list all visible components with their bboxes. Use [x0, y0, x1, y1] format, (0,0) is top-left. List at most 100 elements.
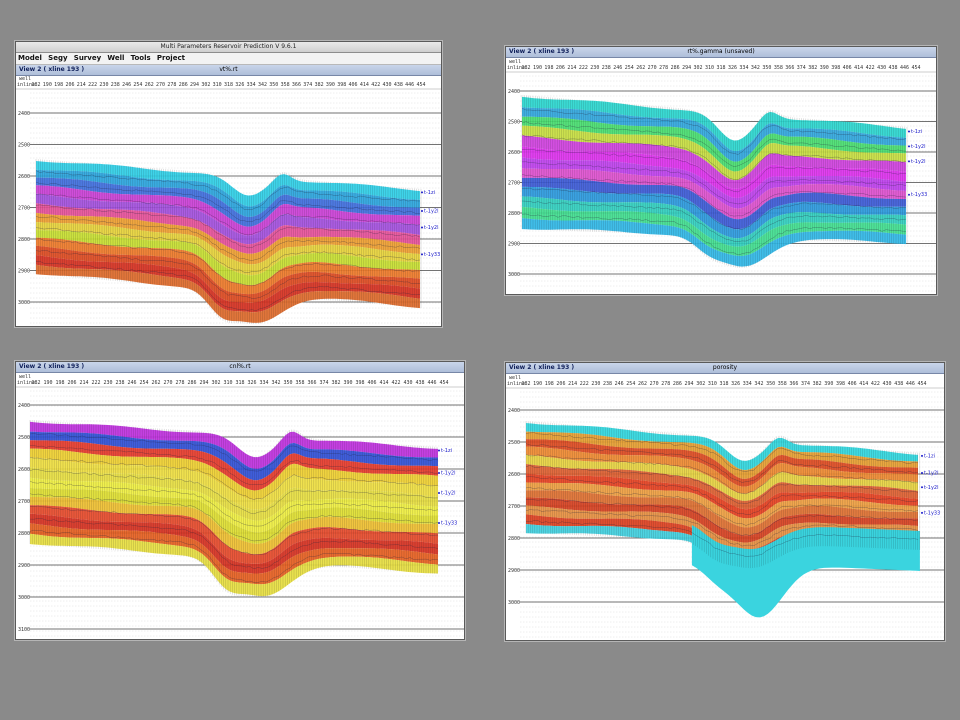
- time-tick-label: 2400: [508, 89, 520, 95]
- inline-tick-label: 278: [167, 82, 176, 88]
- horizon-label: t-1y2l: [911, 159, 925, 165]
- app-title-bar: Multi Parameters Reservoir Prediction V …: [16, 42, 441, 53]
- horizon-label: t-1y33: [424, 252, 440, 258]
- time-tick-label: 2400: [18, 111, 30, 117]
- horizon-marker: [908, 130, 910, 133]
- inline-tick-label: 206: [67, 380, 76, 386]
- horizon-marker: [921, 472, 923, 474]
- inline-tick-label: 254: [133, 82, 142, 88]
- seismic-section[interactable]: wellinline182 190 198 206 214 222 230 238 246 254…: [506, 58, 936, 294]
- inline-tick-label: 350: [766, 381, 775, 387]
- inline-tick-label: 358: [281, 82, 290, 88]
- inline-tick-label: 390: [824, 381, 833, 387]
- inline-tick-label: 334: [739, 65, 748, 71]
- seismic-section-plot[interactable]: well inline 182 190 198 206 214 222 230 238 246 254…: [16, 373, 464, 639]
- inline-tick-label: 382: [331, 380, 340, 386]
- menu-well[interactable]: Well: [107, 54, 124, 62]
- inline-tick-label: 262: [145, 82, 154, 88]
- inline-tick-label: 278: [659, 65, 668, 71]
- inline-tick-label: 182: [31, 82, 40, 88]
- horizon-label: t-1y33: [441, 521, 457, 527]
- inline-tick-label: 294: [199, 380, 208, 386]
- view-title-bar[interactable]: View 2 ( xline 193 ) porosity: [506, 363, 944, 374]
- seismic-section-plot[interactable]: well inline 182 190 198 206 214 222 230 238 246 254…: [506, 58, 936, 294]
- inline-tick-label: 206: [65, 82, 74, 88]
- time-tick-label: 3000: [18, 595, 30, 601]
- inline-tick-label: 326: [235, 82, 244, 88]
- inline-tick-label: 278: [175, 380, 184, 386]
- time-tick-label: 2900: [18, 563, 30, 569]
- seismic-section[interactable]: wellinline182 190 198 206 214 222 230 238 246 254…: [16, 373, 464, 639]
- inline-tick-label: 302: [211, 380, 220, 386]
- time-tick-label: 2700: [18, 499, 30, 505]
- view-title-bar[interactable]: View 2 ( xline 193 ) cnl%.rt: [16, 362, 464, 373]
- inline-tick-label: 310: [223, 380, 232, 386]
- attribute-title: cnl%.rt: [229, 363, 251, 370]
- inline-tick-label: 182: [521, 65, 530, 71]
- horizon-label: t-1zi: [424, 190, 435, 196]
- inline-tick-label: 206: [556, 381, 565, 387]
- inline-tick-label: 342: [258, 82, 267, 88]
- horizon-label: t-1y2l: [424, 225, 438, 231]
- inline-tick-label: 302: [201, 82, 210, 88]
- inline-tick-label: 254: [626, 381, 635, 387]
- horizon-marker: [921, 511, 923, 514]
- inline-tick-label: 254: [625, 65, 634, 71]
- inline-tick-label: 310: [708, 381, 717, 387]
- seismic-amplitude-layers: [36, 161, 420, 323]
- seismic-section-plot[interactable]: well inline 182 190 198 206 214 222 230 238 246 254…: [506, 374, 944, 640]
- inline-tick-label: 238: [602, 65, 611, 71]
- menu-survey[interactable]: Survey: [74, 54, 101, 62]
- inline-tick-label: 262: [151, 380, 160, 386]
- seismic-section[interactable]: wellinline182 190 198 206 214 222 230 238 246 254…: [16, 75, 441, 326]
- inline-tick-label: 366: [292, 82, 301, 88]
- menu-model[interactable]: Model: [18, 54, 42, 62]
- inline-tick-label: 206: [556, 65, 565, 71]
- inline-tick-label: 414: [360, 82, 369, 88]
- inline-tick-label: 446: [405, 82, 414, 88]
- inline-tick-label: 438: [894, 381, 903, 387]
- inline-tick-label: 374: [319, 380, 328, 386]
- inline-tick-label: 214: [79, 380, 88, 386]
- inline-tick-label: 414: [859, 381, 868, 387]
- inline-tick-label: 342: [754, 381, 763, 387]
- time-tick-label: 2600: [18, 467, 30, 473]
- inline-tick-label: 374: [303, 82, 312, 88]
- time-tick-label: 3000: [508, 600, 520, 606]
- menu-project[interactable]: Project: [157, 54, 185, 62]
- inline-tick-label: 390: [326, 82, 335, 88]
- time-tick-label: 3100: [18, 627, 30, 633]
- seismic-section[interactable]: wellinline182 190 198 206 214 222 230 238 246 254…: [506, 374, 944, 640]
- seismic-section-plot[interactable]: well inline 182 190 198 206 214 222 230 238 246 254…: [16, 75, 441, 326]
- inline-tick-label: 214: [567, 65, 576, 71]
- horizon-marker: [438, 492, 440, 494]
- inline-tick-label: 358: [774, 65, 783, 71]
- inline-tick-label: 230: [103, 380, 112, 386]
- time-tick-label: 2400: [18, 403, 30, 409]
- time-tick-label: 2400: [508, 408, 520, 414]
- inline-tick-label: 246: [127, 380, 136, 386]
- inline-tick-label: 414: [854, 65, 863, 71]
- inline-tick-label: 190: [43, 82, 52, 88]
- inline-tick-label: 406: [367, 380, 376, 386]
- time-tick-label: 2900: [508, 568, 520, 574]
- inline-tick-label: 270: [650, 381, 659, 387]
- inline-tick-label: 270: [163, 380, 172, 386]
- inline-tick-label: 454: [416, 82, 425, 88]
- inline-tick-label: 334: [259, 380, 268, 386]
- menu-segy[interactable]: Segy: [48, 54, 67, 62]
- menu-tools[interactable]: Tools: [131, 54, 151, 62]
- inline-tick-label: 398: [355, 380, 364, 386]
- view-title-bar[interactable]: View 2 ( xline 193 ) rt%.gamma (unsaved): [506, 47, 936, 58]
- inline-tick-label: 198: [544, 65, 553, 71]
- time-tick-label: 2800: [508, 211, 520, 217]
- time-tick-label: 2600: [18, 174, 30, 180]
- inline-tick-label: 430: [877, 65, 886, 71]
- time-tick-label: 2800: [18, 531, 30, 537]
- inline-tick-label: 446: [900, 65, 909, 71]
- inline-tick-label: 366: [307, 380, 316, 386]
- inline-tick-label: 294: [682, 65, 691, 71]
- inline-tick-label: 302: [694, 65, 703, 71]
- horizon-marker: [921, 486, 923, 489]
- inline-tick-label: 430: [883, 381, 892, 387]
